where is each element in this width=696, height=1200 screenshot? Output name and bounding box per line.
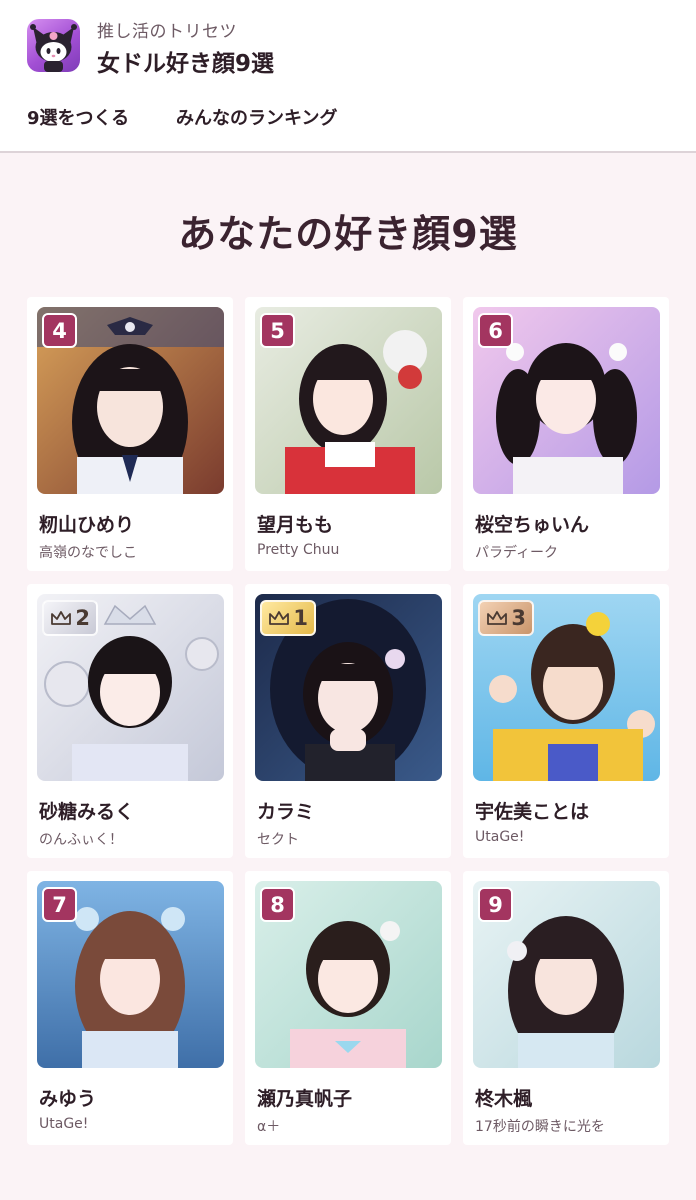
rank-badge: 5 [260, 313, 295, 348]
idol-group: Pretty Chuu [257, 542, 340, 558]
idol-photo: 3 [473, 594, 660, 781]
idol-photo: 1 [255, 594, 442, 781]
idol-group: のんふぃく！ [39, 832, 123, 848]
idol-name: みゆう [39, 1088, 97, 1110]
idol-photo: 6 [473, 307, 660, 494]
idol-photo: 7 [37, 881, 224, 1068]
idol-name: 砂糖みるく [39, 801, 135, 823]
tab-create-nine[interactable]: 9選をつくる [27, 104, 129, 130]
crown-icon [269, 611, 289, 625]
idol-photo: 5 [255, 307, 442, 494]
idol-name: 桜空ちゅいん [475, 514, 590, 536]
rank-badge: 7 [42, 887, 77, 922]
crown-icon [487, 611, 507, 625]
idol-card-rank-1[interactable]: 1 カラミ セクト [245, 584, 451, 858]
idol-group: UtaGe! [475, 829, 525, 845]
kuromi-app-icon[interactable] [27, 19, 80, 72]
app-title: 女ドル好き顔9選 [97, 51, 275, 77]
idol-card-rank-6[interactable]: 6 桜空ちゅいん パラディーク [463, 297, 669, 571]
idol-card-rank-7[interactable]: 7 みゆう UtaGe! [27, 871, 233, 1145]
rank-badge-bronze: 3 [478, 600, 534, 636]
idol-group: セクト [257, 832, 299, 848]
idol-group: 17秒前の瞬きに光を [475, 1119, 605, 1135]
idol-card-rank-9[interactable]: 9 柊木楓 17秒前の瞬きに光を [463, 871, 669, 1145]
crown-icon [51, 611, 71, 625]
idol-name: 瀬乃真帆子 [257, 1088, 353, 1110]
idol-group: パラディーク [475, 545, 559, 561]
rank-badge: 6 [478, 313, 513, 348]
idol-photo: 4 [37, 307, 224, 494]
app-header: 推し活のトリセツ 女ドル好き顔9選 9選をつくる みんなのランキング [0, 0, 696, 153]
page-title: あなたの好き顔9選 [178, 212, 518, 256]
idol-photo: 2 [37, 594, 224, 781]
idol-group: 高嶺のなでしこ [39, 545, 137, 561]
idol-card-rank-5[interactable]: 5 望月もも Pretty Chuu [245, 297, 451, 571]
idol-card-rank-4[interactable]: 4 籾山ひめり 高嶺のなでしこ [27, 297, 233, 571]
idol-card-rank-2[interactable]: 2 砂糖みるく のんふぃく！ [27, 584, 233, 858]
tab-everyone-ranking[interactable]: みんなのランキング [176, 104, 337, 130]
idol-name: 籾山ひめり [39, 514, 135, 536]
idol-card-rank-3[interactable]: 3 宇佐美ことは UtaGe! [463, 584, 669, 858]
rank-badge: 4 [42, 313, 77, 348]
idol-group: UtaGe! [39, 1116, 89, 1132]
rank-badge-silver: 2 [42, 600, 98, 636]
idol-group: α＋ [257, 1119, 281, 1135]
idol-photo: 9 [473, 881, 660, 1068]
idol-name: 柊木楓 [475, 1088, 533, 1110]
idol-name: カラミ [257, 801, 315, 823]
app-subtitle: 推し活のトリセツ [97, 22, 237, 42]
idol-photo: 8 [255, 881, 442, 1068]
rank-badge-gold: 1 [260, 600, 316, 636]
idol-name: 宇佐美ことは [475, 801, 590, 823]
rank-badge: 8 [260, 887, 295, 922]
rank-badge: 9 [478, 887, 513, 922]
idol-card-rank-8[interactable]: 8 瀬乃真帆子 α＋ [245, 871, 451, 1145]
idol-name: 望月もも [257, 514, 334, 536]
